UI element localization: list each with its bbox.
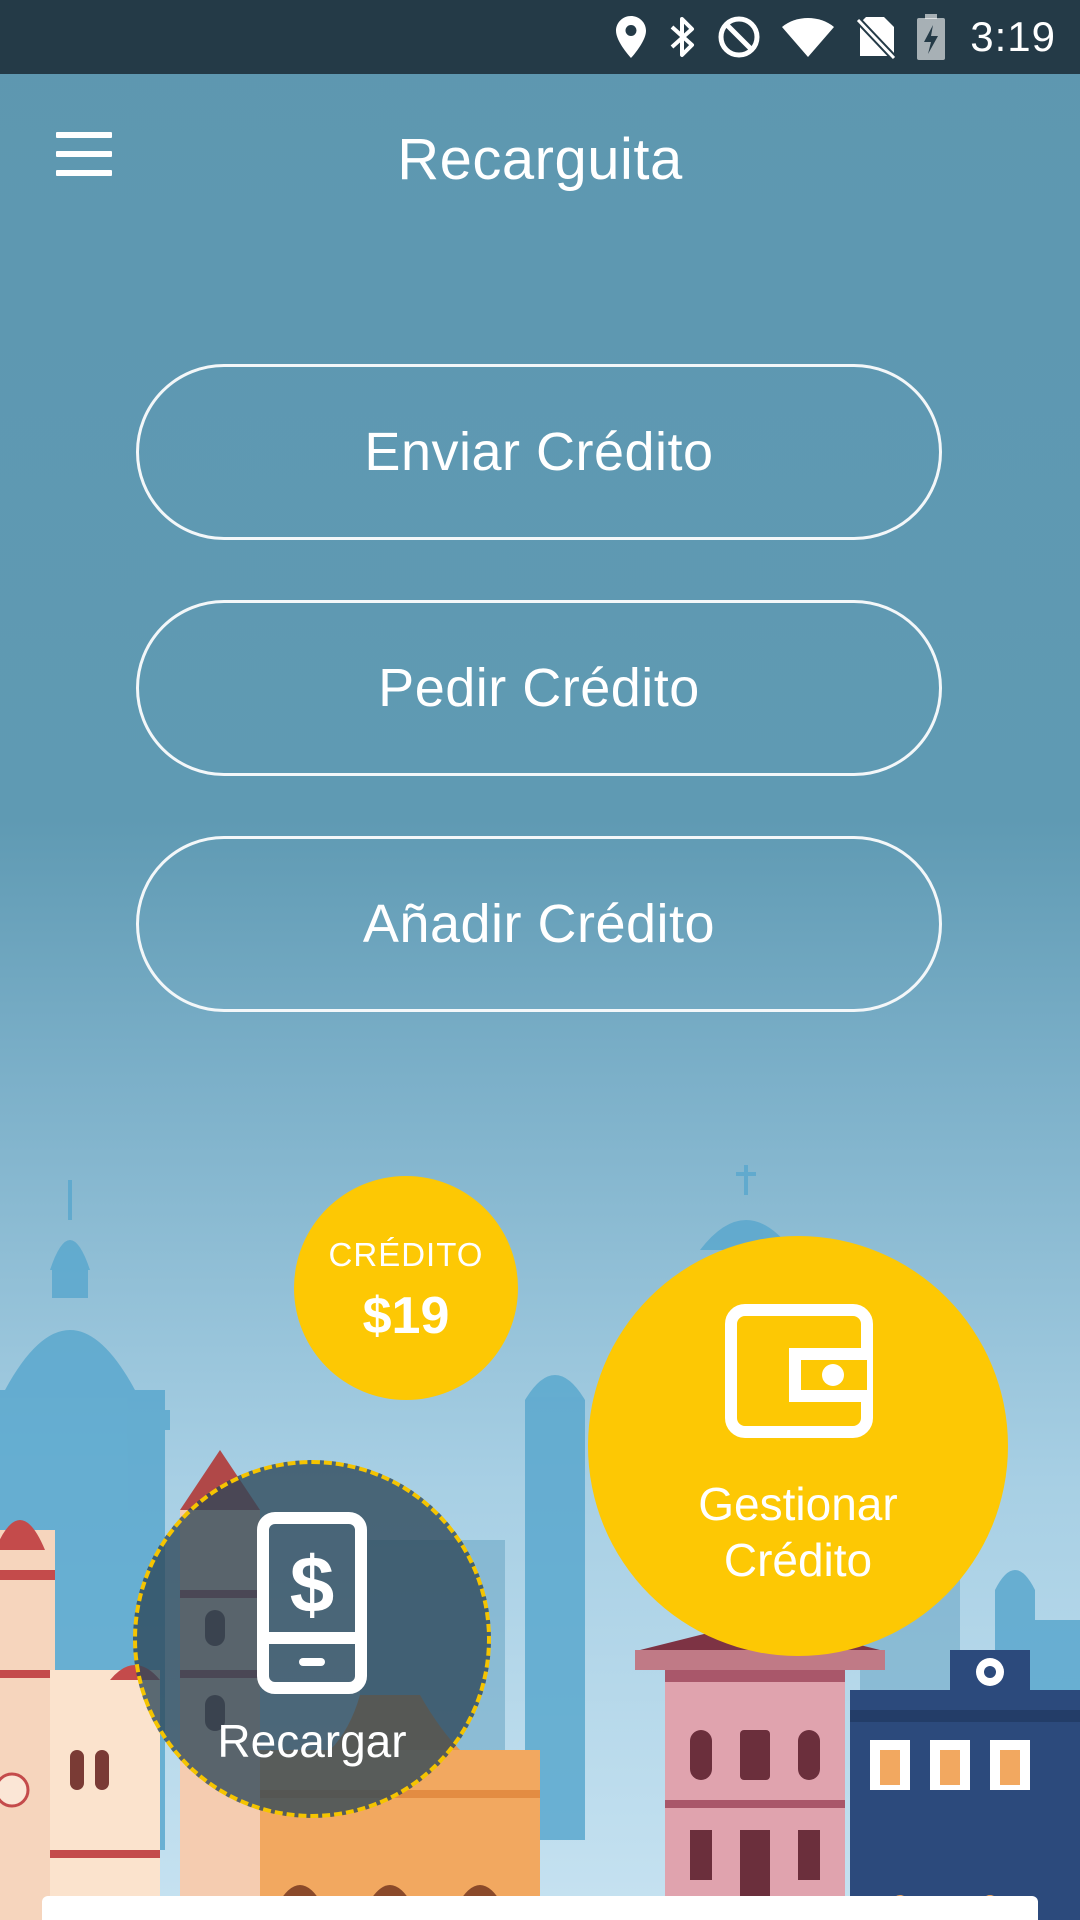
app-screen: 3:19 Recarguita Enviar Crédito Pedir Cré…	[0, 0, 1080, 1920]
bottom-sheet-edge	[42, 1896, 1038, 1920]
status-time: 3:19	[970, 13, 1056, 60]
anadir-credito-button[interactable]: Añadir Crédito	[136, 836, 942, 1012]
no-sim-icon	[854, 14, 898, 60]
svg-text:$: $	[290, 1540, 335, 1629]
battery-charging-icon	[916, 13, 946, 61]
recargar-label: Recargar	[217, 1715, 407, 1767]
status-bar: 3:19	[0, 0, 1080, 74]
phone-dollar-icon: $	[257, 1512, 367, 1699]
enviar-credito-button[interactable]: Enviar Crédito	[136, 364, 942, 540]
do-not-disturb-icon	[716, 14, 762, 60]
credit-balance-badge: CRÉDITO $19	[294, 1176, 518, 1400]
app-bar: Recarguita	[0, 74, 1080, 244]
gestionar-credito-label: Gestionar Crédito	[588, 1476, 1008, 1588]
pedir-credito-button[interactable]: Pedir Crédito	[136, 600, 942, 776]
gestionar-credito-button[interactable]: Gestionar Crédito	[588, 1236, 1008, 1656]
app-title: Recarguita	[397, 127, 683, 192]
gestionar-label-line2: Crédito	[723, 1534, 873, 1586]
credit-amount: $19	[362, 1287, 450, 1345]
wallet-icon	[725, 1304, 873, 1443]
wifi-icon	[780, 15, 836, 59]
recargar-button[interactable]: $ Recargar	[133, 1460, 491, 1818]
gestionar-label-line1: Gestionar	[698, 1478, 898, 1530]
bluetooth-icon	[666, 14, 698, 60]
credit-label: CRÉDITO	[328, 1236, 484, 1273]
location-icon	[614, 14, 648, 60]
status-icons: 3:19	[614, 0, 1056, 74]
